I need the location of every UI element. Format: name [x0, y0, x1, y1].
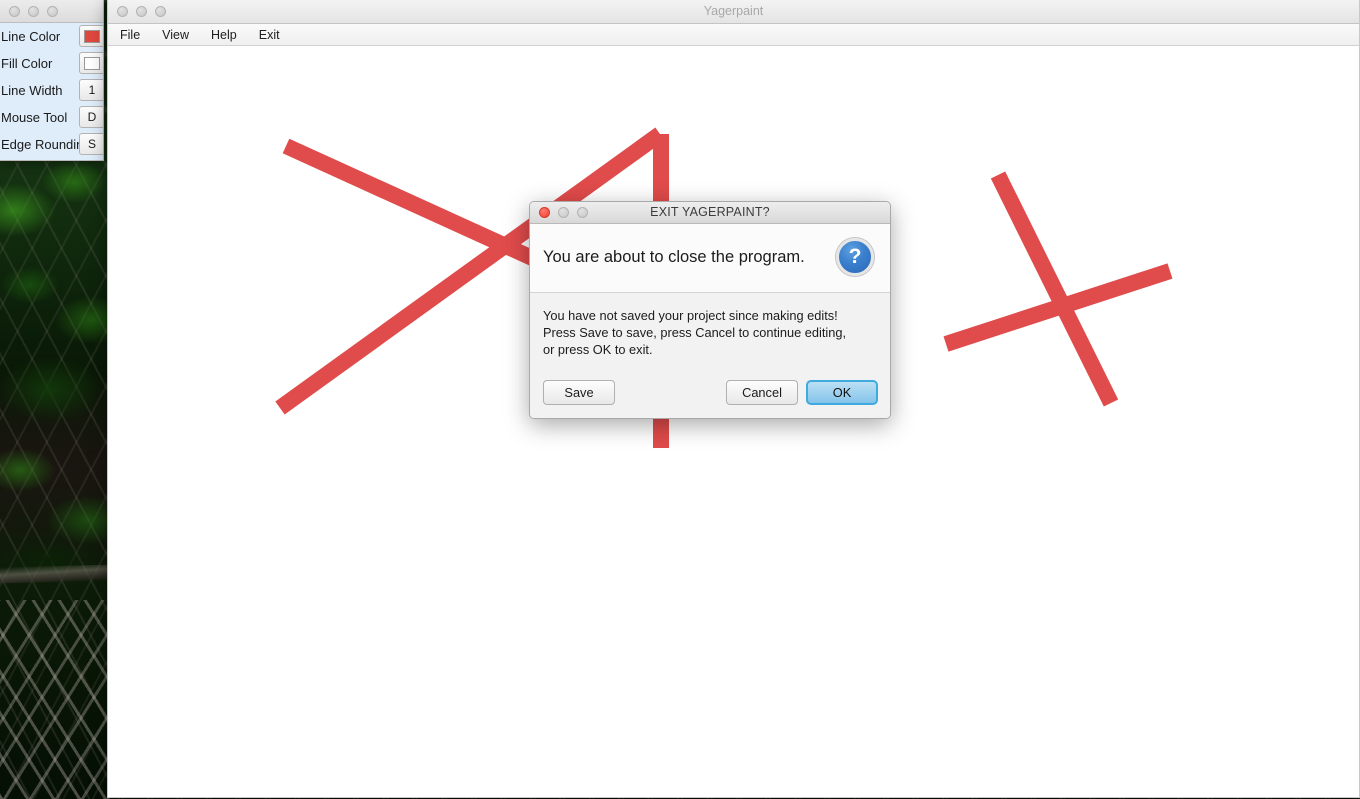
line-color-swatch	[84, 29, 100, 43]
properties-panel: Line Color Fill Color Line Width 1 Mouse…	[0, 23, 103, 160]
background-properties-window[interactable]: Line Color Fill Color Line Width 1 Mouse…	[0, 0, 104, 161]
cancel-button[interactable]: Cancel	[726, 380, 798, 405]
menu-item-file[interactable]: File	[120, 24, 140, 46]
save-button[interactable]: Save	[543, 380, 615, 405]
bg-window-close-dot[interactable]	[9, 5, 20, 17]
property-row-line-width: Line Width 1	[0, 77, 103, 104]
property-row-fill-color: Fill Color	[0, 50, 103, 77]
property-label-fill-color: Fill Color	[1, 56, 53, 71]
main-window-title: Yagerpaint	[703, 4, 764, 18]
dialog-button-bar: Save Cancel OK	[530, 368, 890, 418]
dialog-titlebar[interactable]: EXIT YAGERPAINT?	[530, 202, 890, 224]
main-window-traffic-lights	[117, 6, 174, 17]
background-window-titlebar[interactable]	[0, 0, 103, 23]
property-row-line-color: Line Color	[0, 23, 103, 50]
fill-color-swatch	[84, 56, 100, 70]
menu-item-view[interactable]: View	[162, 24, 189, 46]
dialog-body: You have not saved your project since ma…	[530, 293, 890, 368]
property-label-line-width: Line Width	[1, 83, 63, 98]
edge-rounding-dropdown[interactable]: S	[79, 133, 103, 155]
line-color-picker[interactable]	[79, 25, 103, 47]
line-width-input[interactable]: 1	[79, 79, 103, 101]
exit-confirmation-dialog[interactable]: EXIT YAGERPAINT? You are about to close …	[529, 201, 891, 419]
canvas-artwork	[275, 127, 1173, 448]
dialog-headline: You are about to close the program.	[543, 247, 805, 266]
fill-color-picker[interactable]	[79, 52, 103, 74]
desktop-root: Line Color Fill Color Line Width 1 Mouse…	[0, 0, 1360, 799]
dialog-title: EXIT YAGERPAINT?	[650, 205, 770, 219]
bg-window-minimize-dot[interactable]	[28, 5, 39, 17]
property-row-edge-rounding: Edge Rounding S	[0, 131, 103, 158]
ok-button[interactable]: OK	[806, 380, 878, 405]
drawing-canvas[interactable]	[108, 46, 1359, 797]
bg-window-zoom-dot[interactable]	[47, 5, 58, 17]
main-window-zoom-dot[interactable]	[155, 6, 166, 17]
main-window-minimize-dot[interactable]	[136, 6, 147, 17]
wallpaper-branch	[0, 564, 111, 584]
menu-bar: File View Help Exit	[108, 24, 1359, 46]
wallpaper-fence	[0, 600, 110, 799]
main-window-titlebar[interactable]: Yagerpaint	[108, 0, 1359, 24]
mouse-tool-dropdown[interactable]: D	[79, 106, 103, 128]
dialog-header: You are about to close the program. ?	[530, 224, 890, 293]
menu-item-help[interactable]: Help	[211, 24, 237, 46]
question-mark-icon: ?	[836, 238, 874, 276]
property-row-mouse-tool: Mouse Tool D	[0, 104, 103, 131]
dialog-message: You have not saved your project since ma…	[543, 308, 847, 357]
property-label-mouse-tool: Mouse Tool	[1, 110, 68, 125]
main-window-close-dot[interactable]	[117, 6, 128, 17]
property-label-line-color: Line Color	[1, 29, 61, 44]
property-label-edge-rounding: Edge Rounding	[1, 137, 91, 152]
menu-item-exit[interactable]: Exit	[259, 24, 280, 46]
